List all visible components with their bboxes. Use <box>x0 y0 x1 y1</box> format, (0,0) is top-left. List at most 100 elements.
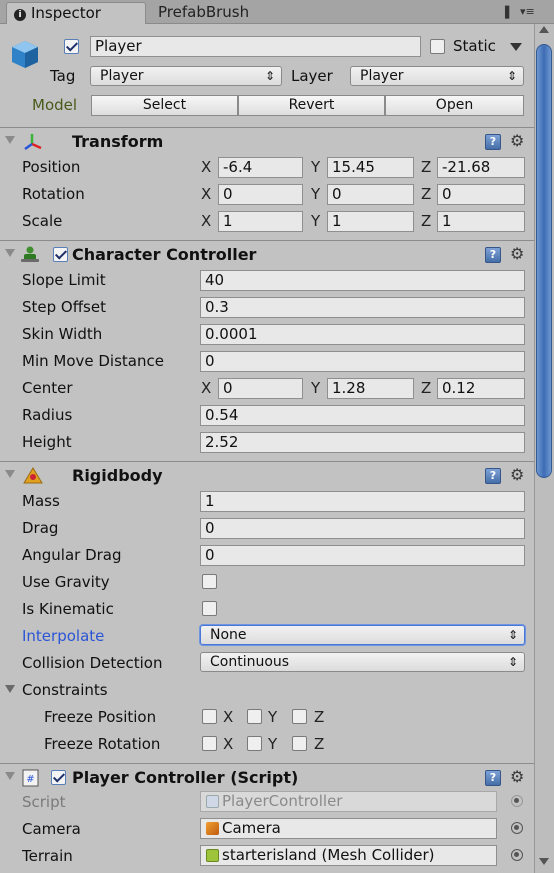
gear-icon[interactable]: ⚙ <box>510 131 524 150</box>
tag-dropdown[interactable]: Player ⇕ <box>90 66 282 86</box>
axis-y-label[interactable]: Y <box>311 378 320 398</box>
height-field[interactable]: 2.52 <box>200 432 525 453</box>
static-dropdown-arrow-icon[interactable] <box>510 43 522 51</box>
constraints-label[interactable]: Constraints <box>22 680 108 700</box>
axis-x-label[interactable]: X <box>201 157 211 177</box>
transform-title: Transform <box>72 132 164 151</box>
active-checkbox[interactable] <box>64 39 79 54</box>
camera-value: Camera <box>222 819 281 837</box>
freeze-rotation-y-checkbox[interactable] <box>247 736 262 751</box>
svg-text:#: # <box>26 774 34 785</box>
axis-z-label[interactable]: Z <box>421 157 431 177</box>
center-y-field[interactable]: 1.28 <box>327 378 414 399</box>
scrollbar-thumb[interactable] <box>536 44 552 478</box>
select-button[interactable]: Select <box>91 95 238 116</box>
foldout-arrow-icon[interactable] <box>5 470 15 478</box>
dropdown-arrow-icon: ⇕ <box>507 628 518 642</box>
object-picker-icon[interactable] <box>511 849 523 861</box>
player-controller-enabled-checkbox[interactable] <box>51 770 66 785</box>
tab-prefabbrush[interactable]: PrefabBrush <box>158 2 249 24</box>
rotation-z-field[interactable]: 0 <box>437 184 525 205</box>
gear-icon[interactable]: ⚙ <box>510 767 524 786</box>
help-icon[interactable]: ? <box>485 134 501 150</box>
center-z-field[interactable]: 0.12 <box>437 378 525 399</box>
radius-field[interactable]: 0.54 <box>200 405 525 426</box>
axis-x-label[interactable]: X <box>201 211 211 231</box>
freeze-rotation-x-checkbox[interactable] <box>202 736 217 751</box>
dropdown-arrow-icon: ⇕ <box>507 655 518 669</box>
axis-x-label[interactable]: X <box>201 184 211 204</box>
gear-icon[interactable]: ⚙ <box>510 244 524 263</box>
help-icon[interactable]: ? <box>485 247 501 263</box>
revert-button[interactable]: Revert <box>238 95 385 116</box>
use-gravity-checkbox[interactable] <box>202 574 217 589</box>
min-move-distance-field[interactable]: 0 <box>200 351 525 372</box>
foldout-arrow-icon[interactable] <box>5 249 15 257</box>
rigidbody-icon <box>22 466 44 486</box>
rigidbody-title: Rigidbody <box>72 466 163 485</box>
player-controller-header[interactable]: # Player Controller (Script) ? ⚙ <box>0 763 534 791</box>
axis-z-label[interactable]: Z <box>421 211 431 231</box>
gameobject-name-field[interactable]: Player <box>90 36 421 57</box>
transform-header[interactable]: Transform ? ⚙ <box>0 127 534 155</box>
rigidbody-header[interactable]: Rigidbody ? ⚙ <box>0 461 534 489</box>
freeze-rotation-x-label: X <box>223 735 234 753</box>
axis-z-label[interactable]: Z <box>421 184 431 204</box>
freeze-position-x-checkbox[interactable] <box>202 709 217 724</box>
tab-menu-icon[interactable]: ▾≡ <box>520 5 535 18</box>
position-z-field[interactable]: -21.68 <box>437 157 525 178</box>
skin-width-field[interactable]: 0.0001 <box>200 324 525 345</box>
freeze-position-z-checkbox[interactable] <box>292 709 307 724</box>
rotation-y-field[interactable]: 0 <box>327 184 414 205</box>
terrain-field[interactable]: starterisland (Mesh Collider) <box>200 845 497 866</box>
interpolate-label: Interpolate <box>22 627 105 645</box>
constraints-foldout-icon[interactable] <box>5 685 15 693</box>
scroll-down-arrow-icon[interactable] <box>539 858 549 865</box>
angular-drag-field[interactable]: 0 <box>200 545 525 566</box>
tab-inspector-label: Inspector <box>31 4 101 22</box>
scale-z-field[interactable]: 1 <box>437 211 525 232</box>
foldout-arrow-icon[interactable] <box>5 136 15 144</box>
interpolate-dropdown[interactable]: None ⇕ <box>200 625 525 645</box>
rotation-x-field[interactable]: 0 <box>218 184 303 205</box>
center-x-field[interactable]: 0 <box>218 378 303 399</box>
character-controller-enabled-checkbox[interactable] <box>53 247 68 262</box>
camera-field[interactable]: Camera <box>200 818 497 839</box>
axis-z-label[interactable]: Z <box>421 378 431 398</box>
axis-y-label[interactable]: Y <box>311 211 320 231</box>
scale-y-field[interactable]: 1 <box>327 211 414 232</box>
open-button[interactable]: Open <box>385 95 524 116</box>
character-controller-header[interactable]: Character Controller ? ⚙ <box>0 240 534 268</box>
dropdown-arrow-icon: ⇕ <box>264 69 275 83</box>
position-x-field[interactable]: -6.4 <box>218 157 303 178</box>
axis-y-label[interactable]: Y <box>311 184 320 204</box>
collision-detection-dropdown[interactable]: Continuous ⇕ <box>200 652 525 672</box>
drag-field[interactable]: 0 <box>200 518 525 539</box>
transform-icon <box>23 132 43 152</box>
slope-limit-field[interactable]: 40 <box>200 270 525 291</box>
help-icon[interactable]: ? <box>485 770 501 786</box>
slope-limit-label: Slope Limit <box>22 271 106 289</box>
scroll-up-arrow-icon[interactable] <box>539 26 549 33</box>
position-y-field[interactable]: 15.45 <box>327 157 414 178</box>
object-picker-icon[interactable] <box>511 822 523 834</box>
axis-x-label[interactable]: X <box>201 378 211 398</box>
freeze-position-y-checkbox[interactable] <box>247 709 262 724</box>
radius-label: Radius <box>22 406 73 424</box>
layer-dropdown[interactable]: Player ⇕ <box>350 66 524 86</box>
freeze-rotation-z-checkbox[interactable] <box>292 736 307 751</box>
static-checkbox[interactable] <box>430 39 445 54</box>
mass-field[interactable]: 1 <box>200 491 525 512</box>
tab-inspector[interactable]: i Inspector <box>6 2 146 24</box>
axis-y-label[interactable]: Y <box>311 157 320 177</box>
freeze-position-label: Freeze Position <box>44 708 157 726</box>
step-offset-field[interactable]: 0.3 <box>200 297 525 318</box>
character-controller-icon <box>19 246 41 264</box>
foldout-arrow-icon[interactable] <box>5 772 15 780</box>
scale-x-field[interactable]: 1 <box>218 211 303 232</box>
object-picker-icon <box>511 795 523 807</box>
is-kinematic-checkbox[interactable] <box>202 601 217 616</box>
gear-icon[interactable]: ⚙ <box>510 465 524 484</box>
lock-icon[interactable]: ▌ <box>505 6 513 19</box>
help-icon[interactable]: ? <box>485 468 501 484</box>
